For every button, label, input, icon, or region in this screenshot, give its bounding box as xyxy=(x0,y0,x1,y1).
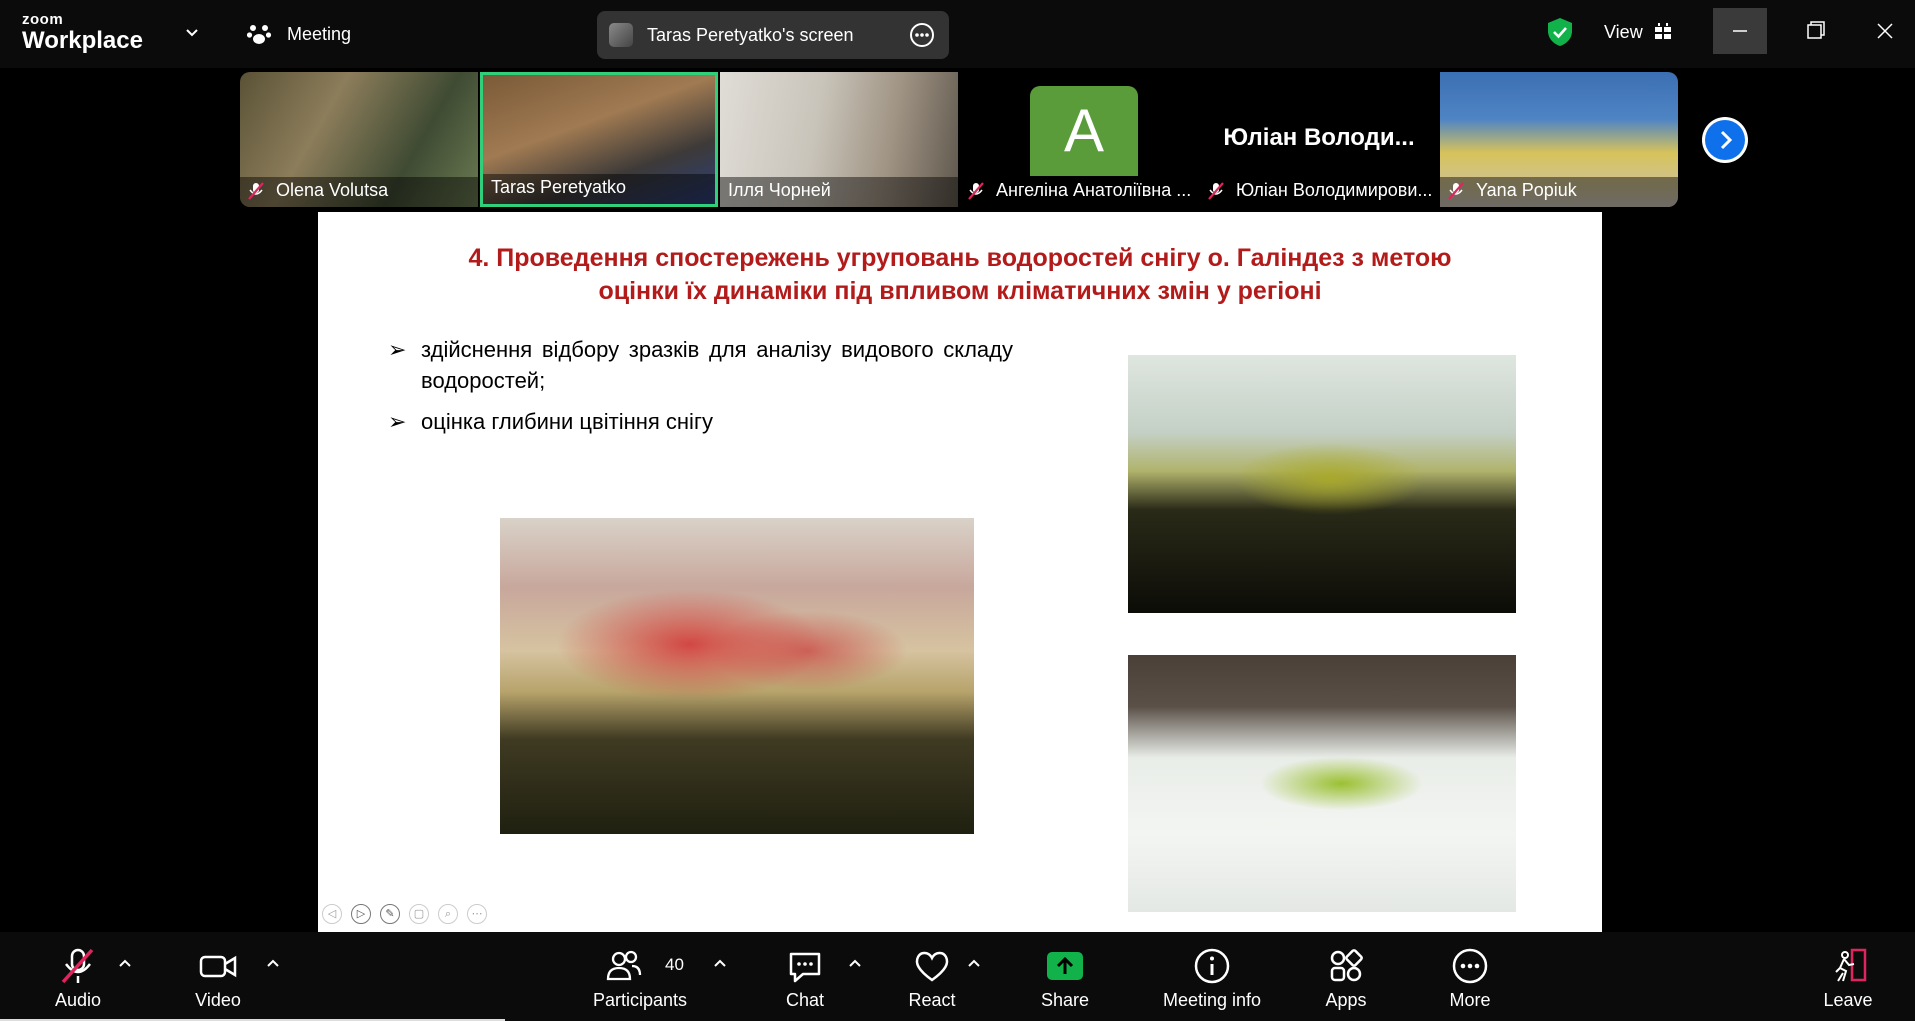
participant-tile[interactable]: Yana Popiuk xyxy=(1440,72,1678,207)
sharer-avatar xyxy=(609,23,633,47)
info-icon xyxy=(1194,948,1230,984)
participant-name: Olena Volutsa xyxy=(276,180,389,200)
more-options-icon[interactable] xyxy=(909,22,935,48)
bullet-item: ➢ оцінка глибини цвітіння снігу xyxy=(388,406,1013,437)
prev-slide-icon[interactable]: ◁ xyxy=(322,904,342,924)
shared-screen-slide: 4. Проведення спостережень угруповань во… xyxy=(318,212,1602,932)
screen-share-label: Taras Peretyatko's screen xyxy=(647,25,854,45)
video-button[interactable]: Video xyxy=(178,932,258,1021)
react-label: React xyxy=(908,990,956,1010)
participants-label: Participants xyxy=(592,990,688,1010)
video-caret-up-icon[interactable] xyxy=(266,956,280,970)
leave-button[interactable]: Leave xyxy=(1808,932,1888,1021)
restore-window-icon[interactable] xyxy=(1789,8,1843,54)
top-bar: zoom Workplace Meeting Taras Peretyatko'… xyxy=(0,0,1915,68)
participants-icon xyxy=(606,950,642,981)
audio-caret-up-icon[interactable] xyxy=(118,956,132,970)
bullet-arrow-icon: ➢ xyxy=(388,337,407,362)
screen-share-indicator[interactable]: Taras Peretyatko's screen xyxy=(597,11,949,59)
next-slide-icon[interactable]: ▷ xyxy=(351,904,371,924)
video-label: Video xyxy=(195,990,241,1010)
encryption-shield-icon[interactable] xyxy=(1546,17,1574,47)
participants-count: 40 xyxy=(665,955,684,974)
bullet-arrow-icon: ➢ xyxy=(388,409,407,434)
meeting-info-label: Meeting info xyxy=(1162,990,1262,1010)
grid-view-icon[interactable] xyxy=(1654,23,1672,41)
leave-door-icon xyxy=(1835,948,1867,982)
more-dots-icon xyxy=(1452,948,1488,984)
muted-microphone-icon xyxy=(61,948,94,984)
share-screen-icon xyxy=(1047,952,1083,980)
snow-algae-green-snow-photo xyxy=(1128,655,1516,912)
bullet-text: оцінка глибини цвітіння снігу xyxy=(421,409,713,434)
apps-button[interactable]: Apps xyxy=(1306,932,1386,1021)
participants-caret-up-icon[interactable] xyxy=(713,956,727,970)
react-caret-up-icon[interactable] xyxy=(967,956,981,970)
more-icon[interactable]: ⋯ xyxy=(467,904,487,924)
participant-gallery: Olena Volutsa Taras Peretyatko Ілля Чорн… xyxy=(240,72,1680,207)
audio-label: Audio xyxy=(54,990,102,1010)
slide-title-line-2: оцінки їх динаміки під впливом кліматичн… xyxy=(598,277,1322,305)
brand-big: Workplace xyxy=(22,27,143,54)
video-camera-icon xyxy=(199,955,237,978)
minimize-icon[interactable] xyxy=(1713,8,1767,54)
participant-tile[interactable]: Ілля Чорней xyxy=(720,72,958,207)
share-label: Share xyxy=(1040,990,1090,1010)
chevron-down-icon[interactable] xyxy=(184,24,200,40)
more-label: More xyxy=(1449,990,1491,1010)
slideshow-controls: ◁ ▷ ✎ ▢ ⌕ ⋯ xyxy=(322,904,496,926)
chat-caret-up-icon[interactable] xyxy=(848,956,862,970)
leave-label: Leave xyxy=(1823,990,1873,1010)
apps-label: Apps xyxy=(1325,990,1367,1010)
participant-tile[interactable]: Olena Volutsa xyxy=(240,72,478,207)
chat-button[interactable]: Chat xyxy=(765,932,845,1021)
gallery-next-inner xyxy=(1705,120,1745,160)
slide-title: 4. Проведення спостережень угруповань во… xyxy=(358,242,1562,308)
chevron-right-icon xyxy=(1720,130,1733,150)
meeting-toolbar: Audio Video Participants 40 Chat React S… xyxy=(0,932,1915,1021)
slides-icon[interactable]: ▢ xyxy=(409,904,429,924)
participant-tile-active-speaker[interactable]: Taras Peretyatko xyxy=(480,72,718,207)
paw-icon[interactable] xyxy=(246,21,272,47)
zoom-workplace-logo: zoom Workplace xyxy=(22,12,143,53)
chat-label: Chat xyxy=(785,990,825,1010)
apps-icon xyxy=(1330,949,1363,982)
close-icon[interactable] xyxy=(1858,8,1912,54)
muted-mic-icon xyxy=(248,182,264,200)
participant-name: Ангеліна Анатоліївна ... xyxy=(996,180,1192,200)
muted-mic-icon xyxy=(968,182,984,200)
participants-button[interactable]: Participants xyxy=(580,932,700,1021)
gallery-next-button[interactable] xyxy=(1702,117,1748,163)
heart-icon xyxy=(915,951,949,982)
muted-mic-icon xyxy=(1448,182,1464,200)
participant-tile[interactable]: A Ангеліна Анатоліївна ... xyxy=(960,72,1198,207)
more-button[interactable]: More xyxy=(1430,932,1510,1021)
view-button[interactable]: View xyxy=(1604,22,1643,43)
zoom-icon[interactable]: ⌕ xyxy=(438,904,458,924)
brand-small: zoom xyxy=(22,11,64,28)
participant-tile[interactable]: Юліан Володи... Юліан Володимирови... xyxy=(1200,72,1438,207)
participant-name: Юліан Володимирови... xyxy=(1236,180,1433,200)
bullet-text: здійснення відбору зразків для аналізу в… xyxy=(421,337,1013,393)
bullet-item: ➢ здійснення відбору зразків для аналізу… xyxy=(388,334,1013,396)
participant-name: Taras Peretyatko xyxy=(491,177,627,197)
muted-mic-icon xyxy=(1208,182,1224,200)
participant-display-name: Юліан Володи... xyxy=(1223,124,1415,151)
audio-button[interactable]: Audio xyxy=(38,932,118,1021)
react-button[interactable]: React xyxy=(892,932,972,1021)
slide-bullet-list: ➢ здійснення відбору зразків для аналізу… xyxy=(388,334,1013,447)
chat-bubble-icon xyxy=(789,952,821,983)
avatar-letter: A xyxy=(1030,86,1138,176)
meeting-info-button[interactable]: Meeting info xyxy=(1152,932,1272,1021)
participant-name: Yana Popiuk xyxy=(1476,180,1577,200)
snow-algae-green-cave-photo xyxy=(1128,355,1516,613)
share-button[interactable]: Share xyxy=(1025,932,1105,1021)
slide-title-line-1: 4. Проведення спостережень угруповань во… xyxy=(468,244,1452,272)
pen-icon[interactable]: ✎ xyxy=(380,904,400,924)
snow-algae-red-photo xyxy=(500,518,974,834)
meeting-menu[interactable]: Meeting xyxy=(287,24,351,45)
participant-name: Ілля Чорней xyxy=(728,180,831,200)
